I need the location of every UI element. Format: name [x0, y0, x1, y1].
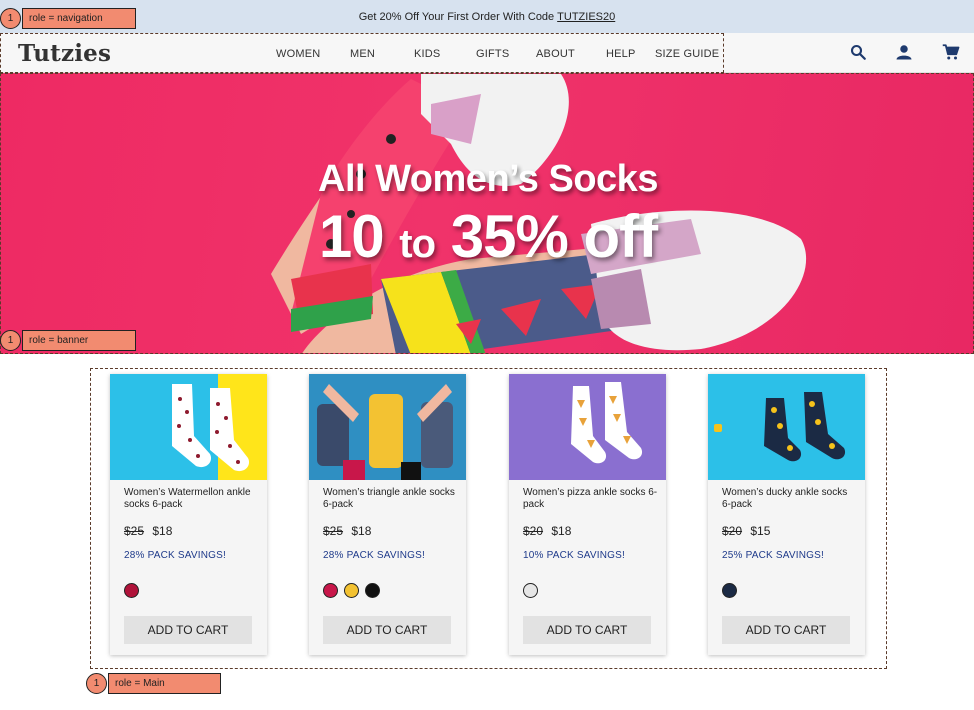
- pack-savings: 10% PACK SAVINGS!: [523, 550, 625, 561]
- color-swatches: [124, 583, 139, 598]
- cart-icon[interactable]: [942, 43, 960, 61]
- promo-code: TUTZIES20: [557, 10, 616, 23]
- product-name[interactable]: Women’s triangle ankle socks 6-pack: [323, 487, 458, 511]
- pack-savings: 28% PACK SAVINGS!: [323, 550, 425, 561]
- product-image[interactable]: [708, 374, 865, 480]
- sale-price: $18: [351, 524, 372, 538]
- product-card[interactable]: Women’s ducky ankle socks 6-pack $20 $15…: [708, 374, 865, 655]
- search-icon[interactable]: [849, 43, 867, 61]
- pack-savings: 25% PACK SAVINGS!: [722, 550, 824, 561]
- color-swatch-red[interactable]: [124, 583, 139, 598]
- hero-banner: All Women’s Socks 10 to 35% off: [0, 73, 974, 354]
- product-price: $25 $18: [124, 524, 172, 538]
- landmark-tag-banner: 1 role = banner: [0, 330, 136, 351]
- original-price: $25: [323, 524, 344, 538]
- product-name[interactable]: Women’s pizza ankle socks 6-pack: [523, 487, 658, 511]
- add-to-cart-button[interactable]: ADD TO CART: [124, 616, 252, 644]
- sale-price: $15: [750, 524, 771, 538]
- product-name[interactable]: Women’s Watermellon ankle socks 6-pack: [124, 487, 259, 511]
- site-header: Tutzies WOMEN MEN KIDS GIFTS ABOUT HELP …: [0, 33, 974, 73]
- color-swatch-red[interactable]: [323, 583, 338, 598]
- add-to-cart-button[interactable]: ADD TO CART: [523, 616, 651, 644]
- color-swatches: [722, 583, 737, 598]
- pack-savings: 28% PACK SAVINGS!: [124, 550, 226, 561]
- hero-discount-to: to: [399, 222, 436, 266]
- original-price: $25: [124, 524, 145, 538]
- color-swatches: [523, 583, 538, 598]
- add-to-cart-button[interactable]: ADD TO CART: [323, 616, 451, 644]
- logo[interactable]: Tutzies: [18, 40, 111, 67]
- sale-price: $18: [551, 524, 572, 538]
- hero-discount-min: 10: [318, 203, 385, 270]
- nav-men[interactable]: MEN: [350, 48, 375, 60]
- product-price: $20 $18: [523, 524, 571, 538]
- product-card[interactable]: Women’s Watermellon ankle socks 6-pack $…: [110, 374, 267, 655]
- product-image[interactable]: [110, 374, 267, 480]
- color-swatch-black[interactable]: [365, 583, 380, 598]
- color-swatches: [323, 583, 380, 598]
- landmark-number: 1: [0, 330, 21, 351]
- product-card[interactable]: Women’s triangle ankle socks 6-pack $25 …: [309, 374, 466, 655]
- product-price: $20 $15: [722, 524, 770, 538]
- account-icon[interactable]: [895, 43, 913, 61]
- add-to-cart-button[interactable]: ADD TO CART: [722, 616, 850, 644]
- sale-price: $18: [152, 524, 173, 538]
- nav-women[interactable]: WOMEN: [276, 48, 320, 60]
- nav-gifts[interactable]: GIFTS: [476, 48, 509, 60]
- landmark-tag-main: 1 role = Main: [86, 673, 221, 694]
- product-image[interactable]: [309, 374, 466, 480]
- nav-size-guide[interactable]: SIZE GUIDE: [655, 48, 719, 60]
- landmark-number: 1: [0, 8, 21, 29]
- nav-about[interactable]: ABOUT: [536, 48, 575, 60]
- main-navigation: Tutzies WOMEN MEN KIDS GIFTS ABOUT HELP …: [0, 33, 724, 73]
- color-swatch-white[interactable]: [523, 583, 538, 598]
- hero-discount-max: 35% off: [450, 203, 658, 270]
- hero-title: All Women’s Socks: [318, 158, 658, 200]
- original-price: $20: [523, 524, 544, 538]
- product-name[interactable]: Women’s ducky ankle socks 6-pack: [722, 487, 857, 511]
- nav-help[interactable]: HELP: [606, 48, 636, 60]
- color-swatch-yellow[interactable]: [344, 583, 359, 598]
- landmark-label: role = Main: [108, 673, 221, 694]
- original-price: $20: [722, 524, 743, 538]
- promo-bar: Get 20% Off Your First Order With Code T…: [0, 0, 974, 33]
- landmark-number: 1: [86, 673, 107, 694]
- product-image[interactable]: [509, 374, 666, 480]
- nav-kids[interactable]: KIDS: [414, 48, 440, 60]
- main-content: Women’s Watermellon ankle socks 6-pack $…: [90, 368, 887, 669]
- landmark-label: role = navigation: [22, 8, 136, 29]
- color-swatch-navy[interactable]: [722, 583, 737, 598]
- promo-text: Get 20% Off Your First Order With Code: [358, 10, 555, 23]
- product-card[interactable]: Women’s pizza ankle socks 6-pack $20 $18…: [509, 374, 666, 655]
- landmark-label: role = banner: [22, 330, 136, 351]
- product-price: $25 $18: [323, 524, 371, 538]
- landmark-tag-navigation: 1 role = navigation: [0, 8, 136, 29]
- hero-discount: 10 to 35% off: [1, 202, 973, 271]
